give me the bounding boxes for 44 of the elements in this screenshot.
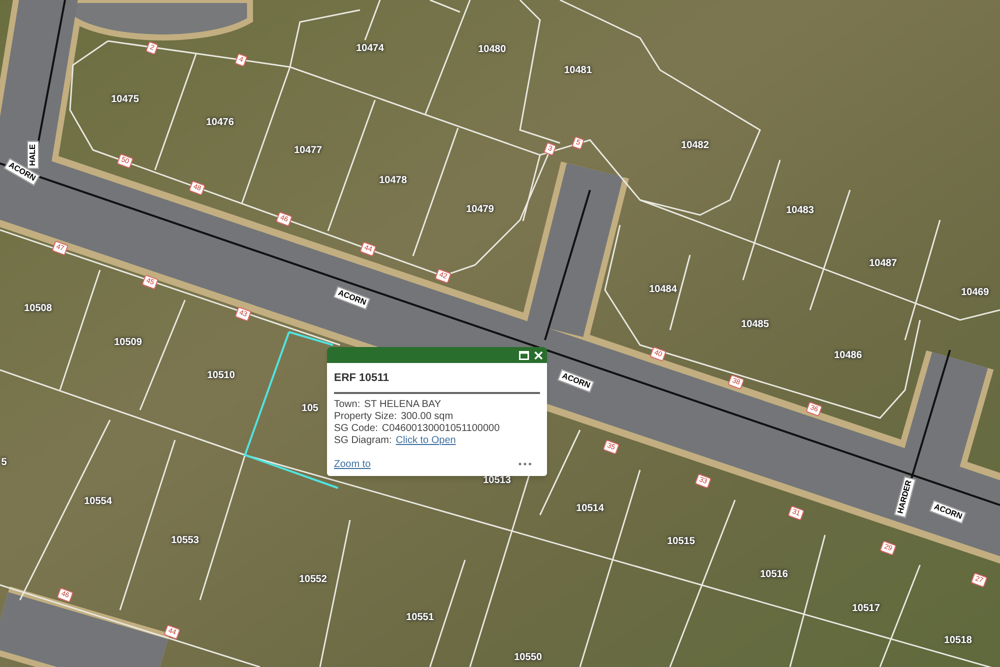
parcel-number: 105	[302, 404, 318, 414]
parcel-number: 10487	[869, 259, 897, 269]
parcel-number: 10481	[564, 66, 592, 76]
parcel-number: 10514	[576, 504, 604, 514]
parcel-number: 10479	[466, 205, 494, 215]
parcel-number: 10551	[406, 613, 434, 623]
parcel-number: 10515	[667, 537, 695, 547]
parcel-number: 10480	[478, 45, 506, 55]
field-label: SG Code:	[334, 422, 378, 434]
parcel-number: 10517	[852, 604, 880, 614]
field-label: SG Diagram:	[334, 434, 392, 446]
parcel-number: 10554	[84, 497, 112, 507]
diagram-link[interactable]: Click to Open	[396, 434, 456, 446]
maximize-icon[interactable]	[519, 350, 529, 360]
parcel-number: 5	[1, 458, 7, 468]
parcel-number: 10476	[206, 118, 234, 128]
parcel-number: 10482	[681, 141, 709, 151]
parcel-number: 10510	[207, 371, 235, 381]
popup-title: ERF 10511	[334, 370, 540, 394]
close-icon[interactable]	[534, 350, 543, 360]
field-label: Town:	[334, 398, 360, 410]
parcel-number: 10552	[299, 575, 327, 585]
more-options-icon[interactable]	[518, 462, 532, 466]
parcel-number: 10518	[944, 636, 972, 646]
parcel-number: 10484	[649, 285, 677, 295]
field-value: ST HELENA BAY	[364, 398, 442, 410]
parcel-number: 10513	[483, 476, 511, 486]
parcel-number: 10486	[834, 351, 862, 361]
parcel-number: 10483	[786, 206, 814, 216]
parcel-number: 10469	[961, 288, 989, 298]
parcel-number: 10516	[760, 570, 788, 580]
field-value: 300.00 sqm	[400, 410, 454, 422]
parcel-number: 10475	[111, 95, 139, 105]
parcel-number: 10478	[379, 176, 407, 186]
field-value: C04600130001051100000	[382, 422, 500, 434]
parcel-number: 10553	[171, 536, 199, 546]
zoom-to-link[interactable]: Zoom to	[334, 456, 371, 472]
parcel-number: 10550	[514, 653, 542, 663]
field-label: Property Size:	[334, 410, 397, 422]
parcel-number: 10509	[114, 338, 142, 348]
parcel-number: 10485	[741, 320, 769, 330]
parcel-number: 10477	[294, 146, 322, 156]
parcel-number: 10508	[24, 304, 52, 314]
parcel-number: 10474	[356, 44, 384, 54]
